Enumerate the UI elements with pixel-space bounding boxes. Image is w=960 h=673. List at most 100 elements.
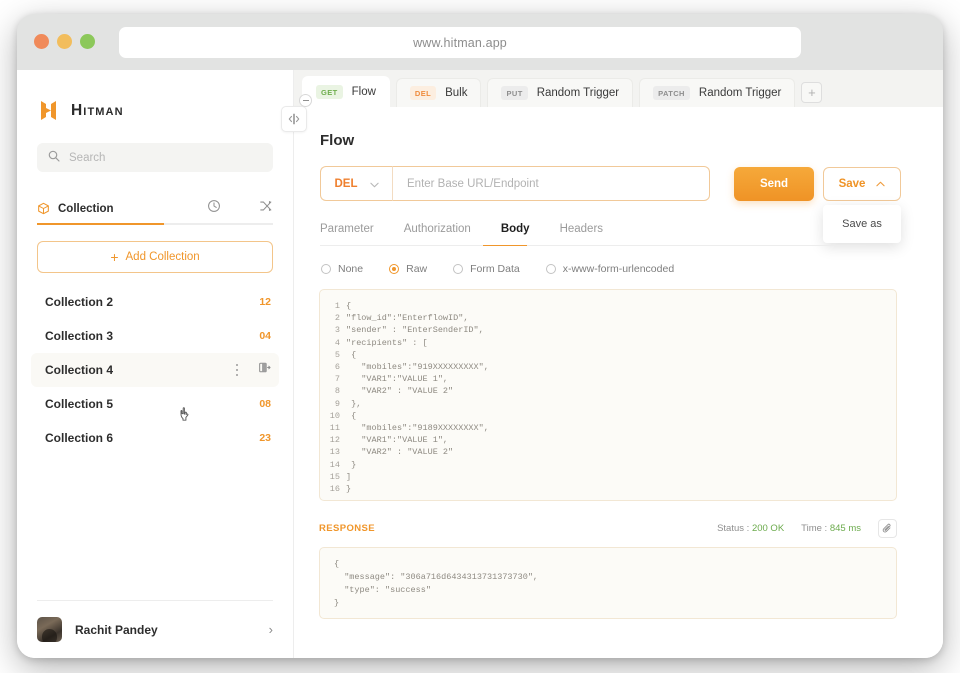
list-item[interactable]: Collection 3 04 <box>31 319 279 353</box>
code-line: 8 "VAR2" : "VALUE 2" <box>320 385 896 397</box>
search-input[interactable]: Search <box>37 143 273 172</box>
maximize-window-button[interactable] <box>80 34 95 49</box>
collection-count: 12 <box>259 296 271 308</box>
line-number: 2 <box>334 313 340 324</box>
panel-collapse-icon <box>288 113 300 125</box>
line-text: } <box>346 459 357 470</box>
radio-urlencoded[interactable]: x-www-form-urlencoded <box>545 263 674 275</box>
line-number: 1 <box>334 301 340 311</box>
collection-name: Collection 3 <box>45 329 114 343</box>
line-text: }, <box>346 398 362 409</box>
sidebar-tabs: Collection <box>37 192 273 225</box>
close-window-button[interactable] <box>34 34 49 49</box>
tab-authorization[interactable]: Authorization <box>404 223 471 235</box>
line-text: "VAR1":"VALUE 1", <box>346 374 449 385</box>
line-number: 7 <box>334 374 340 385</box>
tab-label: Bulk <box>445 87 468 99</box>
app-brand: Hitman <box>17 70 293 121</box>
collection-name: Collection 5 <box>45 397 114 411</box>
sidebar-tab-collection-label: Collection <box>58 202 114 215</box>
code-line: 2 "flow_id":"EnterflowID", <box>320 312 896 324</box>
add-collection-label: Add Collection <box>125 251 200 263</box>
collapse-sidebar-button[interactable] <box>281 106 307 132</box>
collapse-minus-badge-icon[interactable] <box>299 94 312 107</box>
chevron-down-icon <box>369 175 379 193</box>
method-select[interactable]: DEL <box>320 166 392 201</box>
sidebar-tab-shuffle[interactable] <box>259 199 273 218</box>
save-button[interactable]: Save <box>823 166 901 201</box>
method-badge: PATCH <box>653 86 690 100</box>
list-item[interactable]: Collection 2 12 <box>31 285 279 319</box>
list-item[interactable]: Collection 4 <box>31 353 279 387</box>
tab-flow[interactable]: GET Flow <box>302 76 390 107</box>
send-button[interactable]: Send <box>734 166 814 201</box>
tab-headers[interactable]: Headers <box>560 223 603 235</box>
tab-parameter[interactable]: Parameter <box>320 223 374 235</box>
code-line: 3 "sender" : "EnterSenderID", <box>320 324 896 336</box>
code-line: 16} <box>320 483 896 495</box>
code-line: 1{ <box>320 300 896 312</box>
collection-name: Collection 4 <box>45 363 114 377</box>
radio-none[interactable]: None <box>321 263 363 275</box>
panel-split-icon[interactable] <box>258 361 271 379</box>
endpoint-placeholder: Enter Base URL/Endpoint <box>407 177 539 190</box>
browser-titlebar: www.hitman.app <box>17 14 943 70</box>
radio-raw[interactable]: Raw <box>389 263 427 275</box>
time-badge: Time : 845 ms <box>801 523 861 534</box>
new-tab-button[interactable]: + <box>801 82 823 103</box>
line-number: 15 <box>329 471 340 482</box>
app-title: Hitman <box>71 101 124 119</box>
line-number: 10 <box>329 410 340 421</box>
code-line: 13 "VAR2" : "VALUE 2" <box>320 446 896 458</box>
tab-random-trigger-patch[interactable]: PATCH Random Trigger <box>639 78 796 107</box>
list-item[interactable]: Collection 5 08 <box>31 387 279 421</box>
tab-label: Random Trigger <box>536 87 620 99</box>
code-line: 7 "VAR1":"VALUE 1", <box>320 373 896 385</box>
endpoint-input[interactable]: Enter Base URL/Endpoint <box>392 166 710 201</box>
radio-form-data[interactable]: Form Data <box>453 263 520 275</box>
copy-response-button[interactable] <box>878 519 897 538</box>
request-body-editor[interactable]: 1{ 2 "flow_id":"EnterflowID", 3 "sender" :… <box>319 289 897 501</box>
method-badge: PUT <box>501 86 528 100</box>
request-subtabs: Parameter Authorization Body Headers <box>320 223 866 246</box>
sidebar-tab-history[interactable] <box>207 199 221 218</box>
status-badge: Status : 200 OK <box>717 523 784 534</box>
collection-list: Collection 2 12 Collection 3 04 Collecti… <box>17 285 293 600</box>
collection-count: 04 <box>259 330 271 342</box>
line-number: 6 <box>334 362 340 373</box>
code-line: 6 "mobiles":"919XXXXXXXXX", <box>320 361 896 373</box>
window-controls <box>34 34 95 49</box>
address-bar[interactable]: www.hitman.app <box>119 27 801 58</box>
collection-name: Collection 6 <box>45 431 114 445</box>
user-profile-bar[interactable]: Rachit Pandey › <box>37 600 273 658</box>
list-item[interactable]: Collection 6 23 <box>31 421 279 455</box>
response-meta: Status : 200 OK Time : 845 ms <box>717 523 861 534</box>
line-text: "mobiles":"919XXXXXXXXX", <box>346 362 489 373</box>
url-row: DEL Enter Base URL/Endpoint Send Save Sa… <box>294 149 943 243</box>
more-options-icon[interactable] <box>235 364 238 376</box>
tab-body[interactable]: Body <box>501 223 530 235</box>
minimize-window-button[interactable] <box>57 34 72 49</box>
add-collection-button[interactable]: + Add Collection <box>37 241 273 273</box>
tab-bulk[interactable]: DEL Bulk <box>395 78 482 107</box>
address-bar-url: www.hitman.app <box>413 35 507 50</box>
response-header: RESPONSE Status : 200 OK Time : 845 ms <box>319 519 897 538</box>
radio-label: Form Data <box>470 263 520 275</box>
cube-icon <box>37 202 50 215</box>
sidebar-tab-collection[interactable]: Collection <box>37 202 114 215</box>
collection-count: 08 <box>259 398 271 410</box>
line-number: 8 <box>334 386 340 397</box>
line-number: 12 <box>329 435 340 446</box>
method-badge: GET <box>316 85 343 99</box>
line-text: { <box>346 410 357 421</box>
radio-dot <box>321 264 331 274</box>
line-text: } <box>346 484 352 495</box>
chevron-up-icon <box>876 178 886 190</box>
status-label: Status : <box>717 523 752 534</box>
plus-icon: + <box>110 249 119 265</box>
line-number: 3 <box>334 325 340 336</box>
tab-random-trigger-put[interactable]: PUT Random Trigger <box>487 78 634 107</box>
collection-count: 23 <box>259 432 271 444</box>
response-line: "type": "success" <box>334 585 431 595</box>
response-line: } <box>334 598 340 608</box>
